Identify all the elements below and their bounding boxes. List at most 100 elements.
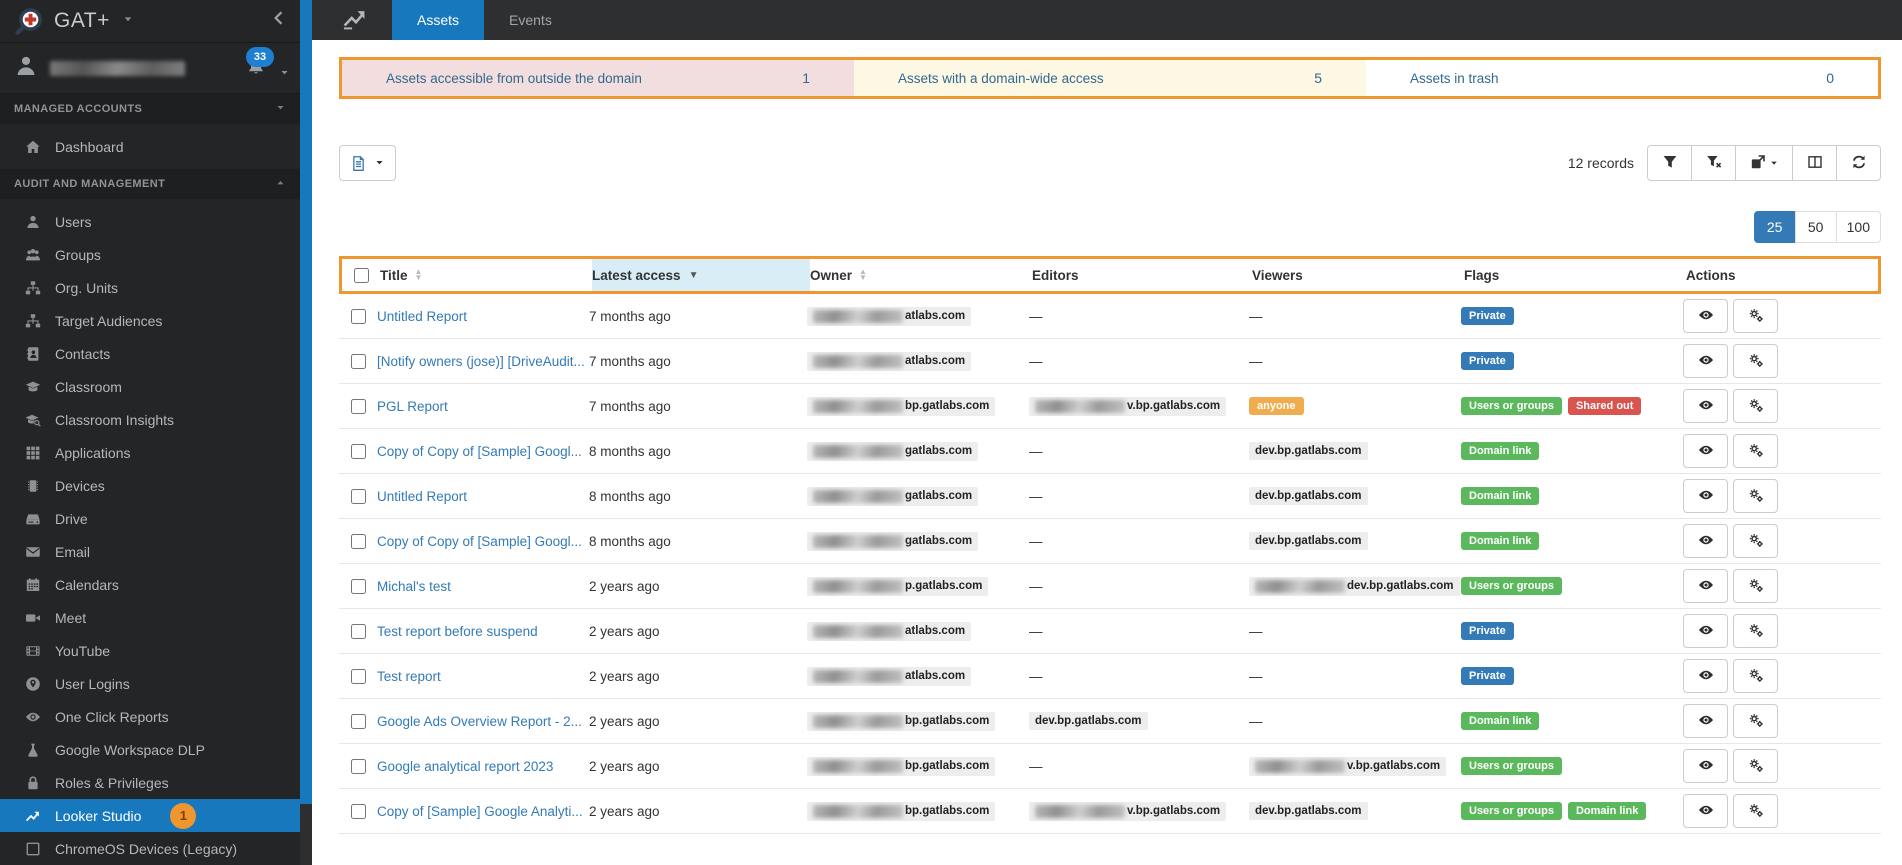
row-checkbox[interactable] [351, 578, 366, 594]
preview-button[interactable] [1683, 794, 1728, 828]
asset-title-link[interactable]: Google Ads Overview Report - 2... [377, 714, 582, 729]
manage-button[interactable] [1733, 389, 1778, 423]
asset-title-link[interactable]: [Notify owners (jose)] [DriveAudit... [377, 354, 585, 369]
manage-button[interactable] [1733, 434, 1778, 468]
preview-button[interactable] [1683, 569, 1728, 603]
sidebar-item-meet[interactable]: Meet [0, 601, 300, 634]
page-size-25-button[interactable]: 25 [1753, 211, 1796, 243]
export-button[interactable] [1735, 145, 1793, 181]
manage-button[interactable] [1733, 479, 1778, 513]
sidebar-item-dashboard[interactable]: Dashboard [0, 130, 300, 163]
sidebar-item-devices[interactable]: Devices [0, 469, 300, 502]
asset-title-link[interactable]: Google analytical report 2023 [377, 759, 553, 774]
manage-button[interactable] [1733, 299, 1778, 333]
sidebar-item-classroom-insights[interactable]: Classroom Insights [0, 403, 300, 436]
user-row[interactable]: 33 [0, 43, 300, 94]
preview-button[interactable] [1683, 749, 1728, 783]
asset-title-link[interactable]: Test report before suspend [377, 624, 538, 639]
row-checkbox[interactable] [351, 668, 366, 684]
clear-filter-button[interactable] [1691, 145, 1736, 181]
select-all-checkbox[interactable] [354, 267, 369, 283]
row-checkbox[interactable] [351, 443, 366, 459]
sidebar-item-target-audiences[interactable]: Target Audiences [0, 304, 300, 337]
manage-button[interactable] [1733, 344, 1778, 378]
preview-button[interactable] [1683, 614, 1728, 648]
page-size-50-button[interactable]: 50 [1794, 211, 1837, 243]
sidebar-item-contacts[interactable]: Contacts [0, 337, 300, 370]
preview-button[interactable] [1683, 299, 1728, 333]
sidebar-item-drive[interactable]: Drive [0, 502, 300, 535]
page-size-100-button[interactable]: 100 [1835, 211, 1881, 243]
sidebar-item-org-units[interactable]: Org. Units [0, 271, 300, 304]
sidebar-item-roles-privileges[interactable]: Roles & Privileges [0, 766, 300, 799]
section-managed-accounts[interactable]: MANAGED ACCOUNTS [0, 94, 300, 124]
manage-button[interactable] [1733, 569, 1778, 603]
refresh-button[interactable] [1836, 145, 1881, 181]
preview-button[interactable] [1683, 344, 1728, 378]
filter-button[interactable] [1647, 145, 1692, 181]
asset-title-link[interactable]: Copy of Copy of [Sample] Googl... [377, 534, 582, 549]
sidebar-item-groups[interactable]: Groups [0, 238, 300, 271]
manage-button[interactable] [1733, 794, 1778, 828]
row-checkbox[interactable] [351, 398, 366, 414]
manage-button[interactable] [1733, 749, 1778, 783]
sidebar-item-youtube[interactable]: YouTube [0, 634, 300, 667]
asset-title-link[interactable]: PGL Report [377, 399, 448, 414]
sidebar-item-calendars[interactable]: Calendars [0, 568, 300, 601]
sidebar-item-users[interactable]: Users [0, 205, 300, 238]
sidebar-item-one-click-reports[interactable]: One Click Reports [0, 700, 300, 733]
section-audit-management[interactable]: AUDIT AND MANAGEMENT [0, 169, 300, 199]
asset-title-link[interactable]: Copy of [Sample] Google Analyti... [377, 804, 583, 819]
manage-button[interactable] [1733, 524, 1778, 558]
column-header-owner[interactable]: Owner ▲ ▼ [810, 259, 1032, 291]
summary-card-domain-wide[interactable]: Assets with a domain-wide access 5 [854, 60, 1366, 96]
asset-title-link[interactable]: Copy of Copy of [Sample] Googl... [377, 444, 582, 459]
column-header-editors[interactable]: Editors [1032, 259, 1252, 291]
sidebar-scrollbar[interactable] [300, 0, 312, 865]
logo-caret-icon[interactable] [122, 12, 134, 30]
column-header-latest-access[interactable]: Latest access ▼ [592, 259, 810, 291]
tab-assets[interactable]: Assets [392, 0, 485, 40]
preview-button[interactable] [1683, 479, 1728, 513]
column-header-actions[interactable]: Actions [1686, 259, 1878, 291]
tab-events[interactable]: Events [484, 0, 577, 40]
export-selected-dropdown[interactable] [339, 145, 396, 181]
summary-card-outside-domain[interactable]: Assets accessible from outside the domai… [342, 60, 854, 96]
preview-button[interactable] [1683, 524, 1728, 558]
columns-button[interactable] [1792, 145, 1837, 181]
preview-button[interactable] [1683, 389, 1728, 423]
row-checkbox[interactable] [351, 758, 366, 774]
sidebar-collapse-icon[interactable] [270, 9, 288, 32]
sidebar-scrollbar-thumb[interactable] [300, 0, 312, 805]
row-checkbox[interactable] [351, 488, 366, 504]
manage-button[interactable] [1733, 614, 1778, 648]
summary-card-trash[interactable]: Assets in trash 0 [1366, 60, 1878, 96]
sidebar-item-email[interactable]: Email [0, 535, 300, 568]
asset-title-link[interactable]: Michal's test [377, 579, 451, 594]
notifications-bell-icon[interactable]: 33 [246, 47, 274, 82]
asset-title-link[interactable]: Untitled Report [377, 489, 467, 504]
sidebar-item-user-logins[interactable]: User Logins [0, 667, 300, 700]
manage-button[interactable] [1733, 704, 1778, 738]
sidebar-item-google-workspace-dlp[interactable]: Google Workspace DLP [0, 733, 300, 766]
sidebar-item-classroom[interactable]: Classroom [0, 370, 300, 403]
sidebar-item-applications[interactable]: Applications [0, 436, 300, 469]
row-checkbox[interactable] [351, 533, 366, 549]
sidebar-item-looker-studio[interactable]: Looker Studio 1 [0, 799, 300, 832]
row-checkbox[interactable] [351, 623, 366, 639]
sidebar-item-chromeos-devices-legacy[interactable]: ChromeOS Devices (Legacy) [0, 832, 300, 865]
manage-button[interactable] [1733, 659, 1778, 693]
asset-title-link[interactable]: Untitled Report [377, 309, 467, 324]
user-menu-caret-icon[interactable] [279, 65, 290, 83]
column-header-viewers[interactable]: Viewers [1252, 259, 1464, 291]
row-checkbox[interactable] [351, 353, 366, 369]
column-header-title[interactable]: Title ▲ ▼ [380, 259, 592, 291]
preview-button[interactable] [1683, 434, 1728, 468]
column-header-flags[interactable]: Flags [1464, 259, 1686, 291]
row-checkbox[interactable] [351, 803, 366, 819]
row-checkbox[interactable] [351, 308, 366, 324]
row-checkbox[interactable] [351, 713, 366, 729]
preview-button[interactable] [1683, 704, 1728, 738]
preview-button[interactable] [1683, 659, 1728, 693]
asset-title-link[interactable]: Test report [377, 669, 441, 684]
